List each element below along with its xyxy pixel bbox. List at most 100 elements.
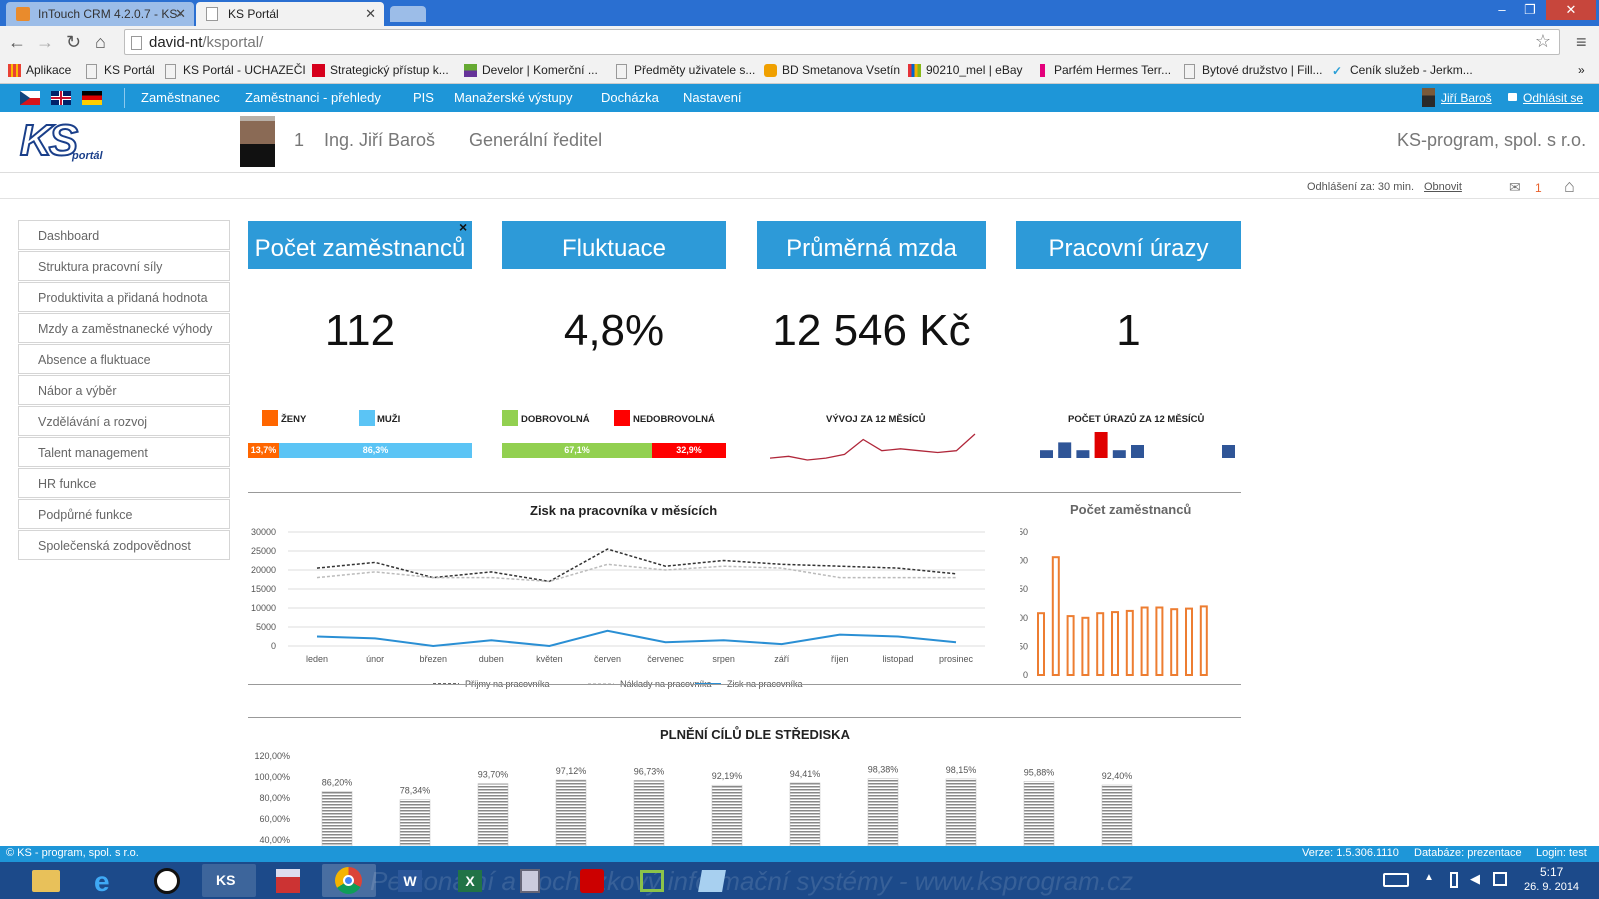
sidebar-item-dashboard[interactable]: Dashboard xyxy=(18,220,230,250)
y-tick-label: 100 xyxy=(1020,613,1028,623)
bookmark-star-icon[interactable]: ☆ xyxy=(1535,31,1551,52)
nav-nastaveni[interactable]: Nastavení xyxy=(683,90,742,105)
bookmark-item[interactable]: BD Smetanova Vsetín xyxy=(764,63,900,77)
sidebar-item-talent[interactable]: Talent management xyxy=(18,437,230,467)
uk-flag-icon[interactable] xyxy=(51,91,71,105)
bookmark-apps[interactable]: Aplikace xyxy=(8,63,71,77)
nav-zamestnanec[interactable]: Zaměstnanec xyxy=(141,90,220,105)
home-icon[interactable]: ⌂ xyxy=(95,32,106,52)
employee-bar xyxy=(1111,611,1119,676)
sidebar-item-struktura[interactable]: Struktura pracovní síly xyxy=(18,251,230,281)
sidebar-item-label: Mzdy a zaměstnanecké výhody xyxy=(38,322,213,336)
sidebar-item-hr-funkce[interactable]: HR funkce xyxy=(18,468,230,498)
explorer-icon[interactable] xyxy=(18,864,72,897)
bookmark-item[interactable]: Bytové družstvo | Fill... xyxy=(1184,63,1323,79)
close-tab-icon[interactable]: ✕ xyxy=(175,2,186,26)
logout-link[interactable]: Odhlásit se xyxy=(1523,91,1583,105)
word-icon[interactable]: W xyxy=(384,864,438,897)
bookmark-item[interactable]: Strategický přístup k... xyxy=(312,63,449,77)
ks-portal-logo[interactable]: KS portál xyxy=(19,115,110,166)
sharepoint-icon[interactable] xyxy=(626,864,680,897)
forward-icon[interactable]: → xyxy=(36,32,54,52)
kpi-injuries-title: Pracovní úrazy xyxy=(1016,221,1241,269)
bookmark-label: Aplikace xyxy=(26,63,72,77)
user-link[interactable]: Jiří Baroš xyxy=(1441,91,1492,105)
y-tick-label: 15000 xyxy=(251,584,276,594)
minimize-icon[interactable]: ‒ xyxy=(1488,0,1516,20)
tab-ks-portal[interactable]: KS Portál ✕ xyxy=(196,2,384,26)
kpi-salary-title: Průměrná mzda xyxy=(757,221,986,269)
floppy-app-icon[interactable] xyxy=(262,864,316,897)
x-tick-label: listopad xyxy=(882,654,913,664)
czech-flag-icon[interactable] xyxy=(20,91,40,105)
excel-icon[interactable]: X xyxy=(444,864,498,897)
x-tick-label: prosinec xyxy=(939,654,974,664)
perfume-icon xyxy=(1040,64,1045,77)
menu-icon[interactable]: ≡ xyxy=(1576,32,1587,52)
ks-app-icon[interactable]: KS xyxy=(202,864,256,897)
device-icon[interactable] xyxy=(1450,872,1458,888)
german-flag-icon[interactable] xyxy=(82,91,102,105)
notes-icon[interactable] xyxy=(686,864,740,897)
clock-date[interactable]: 26. 9. 2014 xyxy=(1524,881,1579,893)
y-tick-label: 0 xyxy=(271,641,276,651)
network-icon[interactable] xyxy=(1493,872,1507,886)
voluntary-label: DOBROVOLNÁ xyxy=(521,414,590,425)
address-bar[interactable]: david-nt/ksportal/ ☆ xyxy=(124,29,1560,55)
bookmark-item[interactable]: Předměty uživatele s... xyxy=(616,63,755,79)
close-tab-icon[interactable]: ✕ xyxy=(365,2,376,26)
salary-sparkline xyxy=(770,433,976,461)
back-icon[interactable]: ← xyxy=(8,32,26,52)
sidebar-item-label: Struktura pracovní síly xyxy=(38,260,163,274)
tray-arrow-icon[interactable]: ▲ xyxy=(1424,872,1434,883)
employees-bar-chart: 0 50 100 150 200 250 xyxy=(1020,527,1208,680)
reload-icon[interactable]: ↻ xyxy=(66,32,81,52)
nav-manazerske-vystupy[interactable]: Manažerské výstupy xyxy=(454,90,573,105)
bookmark-item[interactable]: Develor | Komerční ... xyxy=(464,63,598,77)
internet-explorer-icon[interactable]: e xyxy=(80,864,134,897)
clock-time[interactable]: 5:17 xyxy=(1540,865,1563,879)
crm-favicon-icon xyxy=(16,7,30,21)
bookmark-item[interactable]: Parfém Hermes Terr... xyxy=(1036,63,1171,77)
more-bookmarks-icon[interactable]: » xyxy=(1578,63,1585,77)
refresh-link[interactable]: Obnovit xyxy=(1424,181,1462,193)
sidebar-item-nabor[interactable]: Nábor a výběr xyxy=(18,375,230,405)
y-tick-label: 0 xyxy=(1023,670,1028,680)
close-window-icon[interactable]: ✕ xyxy=(1546,0,1596,20)
employee-bar xyxy=(1037,612,1045,676)
bookmark-item[interactable]: KS Portál - UCHAZEČI xyxy=(165,63,306,79)
home-page-icon[interactable]: ⌂ xyxy=(1564,176,1575,197)
close-tile-icon[interactable]: × xyxy=(459,219,467,235)
message-count[interactable]: 1 xyxy=(1535,181,1542,195)
nav-pis[interactable]: PIS xyxy=(413,90,434,105)
calculator-icon[interactable] xyxy=(504,864,558,897)
sidebar-item-produktivita[interactable]: Produktivita a přidaná hodnota xyxy=(18,282,230,312)
bookmark-item[interactable]: 90210_mel | eBay xyxy=(908,63,1023,77)
sidebar-item-vzdelavani[interactable]: Vzdělávání a rozvoj xyxy=(18,406,230,436)
bookmark-label: Parfém Hermes Terr... xyxy=(1054,63,1172,77)
nav-dochazka[interactable]: Docházka xyxy=(601,90,659,105)
men-swatch xyxy=(359,410,375,426)
profit-chart-title: Zisk na pracovníka v měsících xyxy=(530,503,718,518)
pdf-reader-icon[interactable] xyxy=(566,864,620,897)
nav-zamestnanci-prehledy[interactable]: Zaměstnanci - přehledy xyxy=(245,90,381,105)
sidebar-item-podpurne[interactable]: Podpůrné funkce xyxy=(18,499,230,529)
volume-icon[interactable]: ◀ xyxy=(1470,871,1480,887)
maximize-icon[interactable]: ❐ xyxy=(1516,0,1544,20)
mail-icon[interactable]: ✉ xyxy=(1509,180,1521,194)
company-name: KS-program, spol. s r.o. xyxy=(1397,130,1587,150)
panda-icon[interactable] xyxy=(140,864,194,897)
tab-intouch-crm[interactable]: InTouch CRM 4.2.0.7 - KS- ✕ xyxy=(6,2,194,26)
chrome-icon[interactable] xyxy=(322,864,376,897)
bookmark-item[interactable]: KS Portál xyxy=(86,63,155,79)
sidebar-item-absence[interactable]: Absence a fluktuace xyxy=(18,344,230,374)
sidebar-item-mzdy[interactable]: Mzdy a zaměstnanecké výhody xyxy=(18,313,230,343)
employee-bar xyxy=(1096,612,1105,676)
injury-bar xyxy=(1094,432,1108,458)
bookmark-item[interactable]: ✓ Ceník služeb - Jerkm... xyxy=(1332,63,1473,78)
x-tick-label: leden xyxy=(306,654,328,664)
sidebar-item-spolecenska[interactable]: Společenská zodpovědnost xyxy=(18,530,230,560)
women-swatch xyxy=(262,410,278,426)
new-tab-button[interactable] xyxy=(390,6,426,22)
keyboard-icon[interactable] xyxy=(1383,873,1409,887)
